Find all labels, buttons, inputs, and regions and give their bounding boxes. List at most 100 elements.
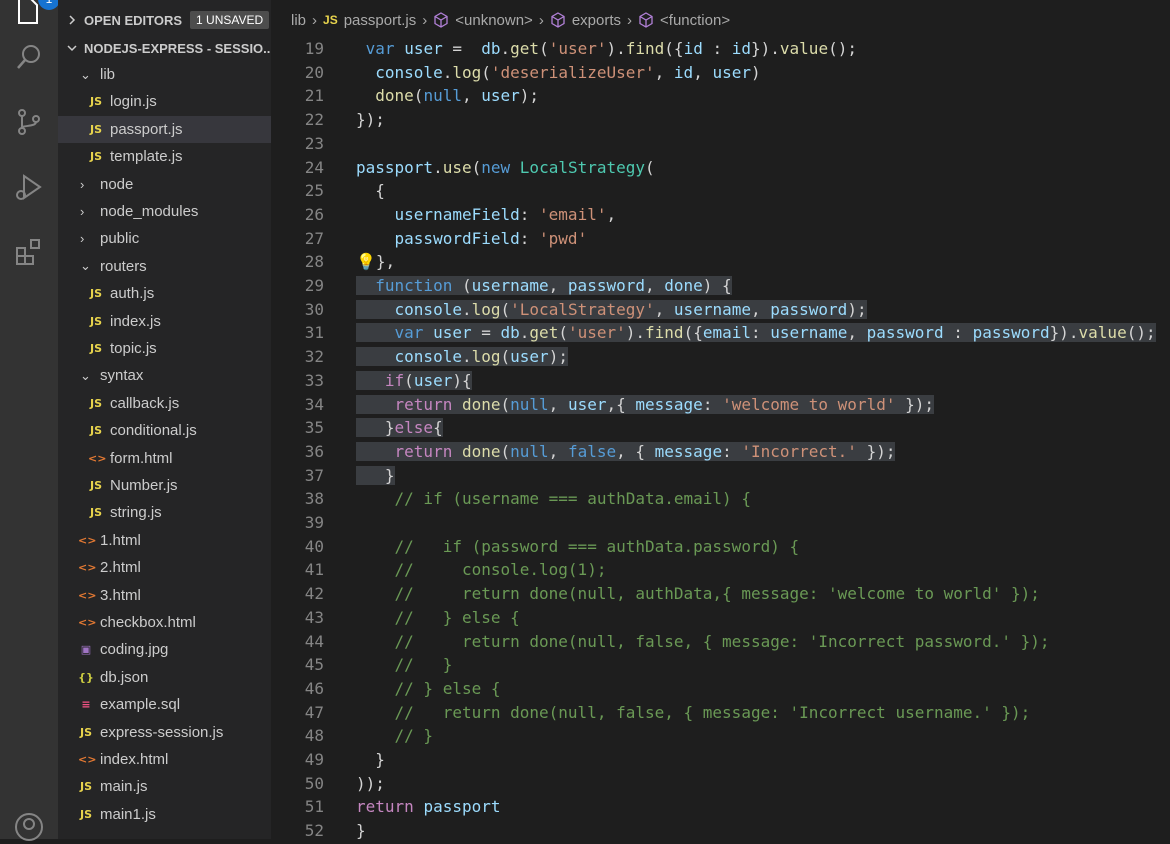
file-item[interactable]: JS auth.js — [58, 280, 271, 307]
tree-item-label: main1.js — [100, 805, 156, 823]
code-token: user — [481, 86, 520, 106]
file-item[interactable]: JS login.js — [58, 88, 271, 115]
code-token: , — [693, 62, 713, 82]
file-item[interactable]: JS callback.js — [58, 390, 271, 417]
folder-item[interactable]: › node — [58, 171, 271, 198]
code-token: var — [365, 40, 395, 58]
file-item[interactable]: <> 1.html — [58, 527, 271, 554]
code-token: ). — [625, 323, 646, 343]
source-control-icon[interactable] — [12, 105, 46, 139]
file-item[interactable]: <> 3.html — [58, 582, 271, 609]
code-text: // if (password === authData.password) { — [356, 535, 800, 559]
code-token: }, — [375, 252, 396, 272]
project-header[interactable]: NODEJS-EXPRESS - SESSIO... — [58, 35, 271, 61]
js-file-icon: JS — [79, 780, 92, 794]
file-item[interactable]: JS conditional.js — [58, 417, 271, 444]
code-token: ); — [847, 299, 867, 319]
unsaved-badge: 1 UNSAVED — [190, 11, 270, 29]
js-file-icon: JS — [89, 122, 102, 136]
code-token: ). — [606, 40, 626, 58]
run-debug-icon[interactable] — [12, 170, 46, 204]
file-item[interactable]: JS Number.js — [58, 472, 271, 499]
breadcrumb-symbol[interactable]: exports — [572, 12, 621, 29]
file-item[interactable]: JS express-session.js — [58, 719, 271, 746]
code-token: ({ — [664, 40, 684, 58]
breadcrumb-folder[interactable]: lib — [291, 12, 306, 29]
code-token: 'email' — [539, 204, 607, 224]
file-item[interactable]: {} db.json — [58, 664, 271, 691]
file-item[interactable]: JS template.js — [58, 143, 271, 170]
explorer-icon[interactable]: 1 — [12, 0, 60, 28]
breadcrumb-symbol[interactable]: <unknown> — [455, 12, 533, 29]
js-file-icon: JS — [89, 479, 102, 492]
code-text: passwordField: 'pwd' — [356, 227, 588, 251]
file-item[interactable]: <> form.html — [58, 445, 271, 472]
tree-item-label: callback.js — [110, 394, 180, 412]
code-token: log — [452, 62, 482, 82]
search-icon[interactable] — [12, 40, 46, 74]
folder-item[interactable]: ⌄ routers — [58, 253, 271, 280]
code-text: }else{ — [356, 416, 443, 440]
breadcrumb-file[interactable]: passport.js — [344, 12, 417, 29]
open-editors-header[interactable]: OPEN EDITORS 1 UNSAVED — [58, 7, 270, 33]
symbol-cube-icon — [434, 12, 448, 28]
breadcrumb-symbol[interactable]: <function> — [660, 12, 730, 29]
tree-item-label: 3.html — [100, 586, 141, 604]
file-item[interactable]: JS index.js — [58, 308, 271, 335]
file-item[interactable]: <> 2.html — [58, 554, 271, 581]
tree-item-label: topic.js — [110, 340, 157, 357]
lightbulb-icon[interactable]: 💡 — [356, 252, 376, 271]
code-token: // console.log(1); — [394, 560, 607, 580]
code-text: { — [356, 179, 385, 203]
code-text: passport.use(new LocalStrategy( — [356, 156, 655, 180]
code-token: get — [529, 323, 559, 343]
code-line: 45 // } — [271, 653, 1170, 677]
file-item[interactable]: <> index.html — [58, 746, 271, 773]
folder-item[interactable]: › node_modules — [58, 198, 271, 225]
file-item[interactable]: JS passport.js — [58, 115, 271, 143]
code-token: : — [722, 441, 742, 461]
line-number: 50 — [304, 773, 324, 793]
code-token: = — [442, 40, 482, 58]
tree-item-label: template.js — [110, 148, 183, 166]
file-item[interactable]: JS main1.js — [58, 801, 271, 828]
code-token: }); — [856, 441, 896, 461]
code-token: // } else { — [394, 607, 520, 627]
file-item[interactable]: ▣ coding.jpg — [58, 636, 271, 663]
folder-item[interactable]: ⌄ syntax — [58, 362, 271, 389]
chevron-down-icon — [67, 45, 77, 52]
tree-item-label: conditional.js — [110, 422, 197, 440]
file-item[interactable]: JS main.js — [58, 773, 271, 800]
line-number: 19 — [304, 40, 324, 58]
file-item[interactable]: JS topic.js — [58, 335, 271, 362]
symbol-cube-icon — [639, 12, 653, 28]
js-file-icon: JS — [89, 424, 102, 438]
code-editor[interactable]: 19 var user = db.get('user').find({id : … — [271, 40, 1170, 839]
tree-item-label: express-session.js — [100, 723, 224, 741]
code-token: ( — [539, 40, 549, 58]
file-item[interactable]: JS string.js — [58, 499, 271, 526]
code-token: . — [461, 347, 472, 367]
code-token: } — [356, 821, 366, 839]
code-token: } — [356, 750, 385, 769]
line-number: 48 — [304, 726, 324, 746]
file-item[interactable]: ≡ example.sql — [58, 691, 271, 718]
code-token: find — [625, 40, 665, 58]
code-token: return — [394, 441, 453, 461]
code-token: ) — [750, 62, 761, 82]
folder-item[interactable]: › public — [58, 225, 271, 252]
code-token: } — [356, 418, 395, 438]
line-number: 34 — [304, 394, 324, 414]
code-token: ) { — [702, 276, 732, 295]
file-item[interactable]: <> checkbox.html — [58, 609, 271, 636]
line-number: 47 — [304, 702, 324, 722]
js-file-icon: JS — [89, 150, 102, 164]
extensions-icon[interactable] — [12, 235, 46, 269]
code-text: } — [356, 819, 366, 839]
folder-item[interactable]: ⌄ lib — [58, 61, 271, 88]
selection-highlight: var user = db.get('user').find({email: u… — [356, 323, 1156, 343]
code-text: // if (username === authData.email) { — [356, 487, 751, 511]
code-token: message — [654, 441, 723, 461]
code-text: // return done(null, authData,{ message:… — [356, 582, 1040, 606]
